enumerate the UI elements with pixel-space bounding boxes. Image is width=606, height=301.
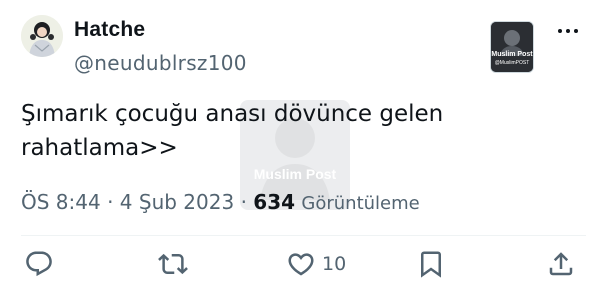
views-label: Görüntüleme	[301, 193, 420, 214]
more-options-button[interactable]	[550, 24, 586, 38]
watermark-text: Muslim Post	[253, 166, 337, 182]
tweet-text-line: rahatlama>>	[21, 135, 178, 161]
reply-button[interactable]	[24, 248, 54, 280]
tweet-time[interactable]: ÖS 8:44	[21, 190, 101, 214]
retweet-button[interactable]	[158, 248, 188, 280]
share-icon	[549, 252, 573, 276]
reply-icon	[26, 251, 52, 277]
avatar-image	[21, 15, 63, 57]
retweet-icon	[158, 253, 188, 275]
tweet-text: Şımarık çocuğu anası dövünce gelen rahat…	[21, 97, 561, 165]
tweet-meta: ÖS 8:44 · 4 Şub 2023 · 634 Görüntüleme	[21, 189, 420, 217]
meta-separator: ·	[107, 190, 114, 214]
more-dot-icon	[566, 29, 570, 33]
like-button[interactable]: 10	[286, 248, 346, 280]
divider	[21, 235, 586, 236]
tweet-date[interactable]: 4 Şub 2023	[120, 190, 234, 214]
more-dot-icon	[574, 29, 578, 33]
like-count: 10	[322, 253, 347, 275]
views-count: 634	[253, 190, 296, 214]
embed-caption-title: Muslim Post	[491, 51, 533, 58]
embed-caption-handle: @MuslimPOST	[494, 60, 530, 66]
embed-caption: Muslim Post @MuslimPOST	[491, 51, 533, 67]
bookmark-icon	[421, 251, 441, 278]
user-handle[interactable]: @neudublrsz100	[74, 50, 247, 76]
tweet-text-line: Şımarık çocuğu anası dövünce gelen	[21, 101, 444, 127]
display-name[interactable]: Hatche	[74, 17, 145, 43]
share-button[interactable]	[546, 248, 576, 280]
bookmark-button[interactable]	[416, 248, 446, 280]
more-dot-icon	[558, 29, 562, 33]
heart-icon	[288, 253, 314, 276]
avatar[interactable]	[21, 15, 63, 57]
embedded-media-thumbnail[interactable]: Muslim Post @MuslimPOST	[490, 21, 534, 73]
meta-separator: ·	[240, 190, 247, 214]
